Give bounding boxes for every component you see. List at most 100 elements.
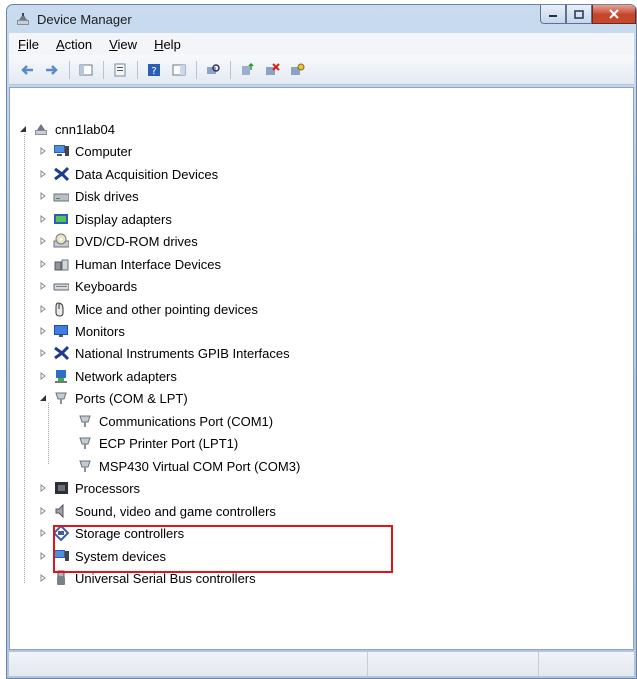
- minimize-icon: [549, 15, 557, 17]
- tree-node-label: Ports (COM & LPT): [75, 390, 188, 406]
- maximize-button[interactable]: [566, 5, 592, 24]
- menu-view[interactable]: View: [100, 37, 145, 52]
- expand-arrow-icon[interactable]: [38, 528, 48, 538]
- title-bar[interactable]: Device Manager: [7, 5, 636, 33]
- close-icon: [609, 9, 619, 19]
- hid-icon: [52, 256, 70, 272]
- tree-category-display-adapters[interactable]: Display adapters: [38, 208, 172, 230]
- menu-help[interactable]: Help: [145, 37, 189, 52]
- tree-device-msp430-virtual-com-port-com3[interactable]: MSP430 Virtual COM Port (COM3): [62, 455, 300, 477]
- window-title: Device Manager: [37, 12, 132, 27]
- back-button[interactable]: [17, 60, 37, 80]
- tree-category-ports-com-lpt[interactable]: Ports (COM & LPT): [38, 387, 188, 409]
- tree-category-monitors[interactable]: Monitors: [38, 320, 125, 342]
- status-segment-3: [539, 652, 619, 676]
- sound-icon: [52, 503, 70, 519]
- forward-button[interactable]: [42, 60, 62, 80]
- back-icon: [21, 64, 33, 75]
- tree-node-label: Monitors: [75, 323, 125, 339]
- toolbar-separator: [103, 60, 104, 79]
- tree-node-label: Communications Port (COM1): [99, 413, 274, 429]
- tree-category-keyboards[interactable]: Keyboards: [38, 275, 137, 297]
- status-segment-2: [368, 652, 539, 676]
- status-segment-1: [9, 652, 368, 676]
- update-driver-button[interactable]: [237, 60, 257, 80]
- action-pane-button[interactable]: [169, 60, 189, 80]
- menu-label: ile: [25, 36, 39, 52]
- menu-accelerator: V: [109, 36, 118, 52]
- tree-category-national-instruments-gpib-interfaces[interactable]: National Instruments GPIB Interfaces: [38, 342, 290, 364]
- tree-node-label: National Instruments GPIB Interfaces: [75, 345, 290, 361]
- menu-action[interactable]: Action: [47, 37, 100, 52]
- root-computer-icon: [32, 121, 50, 137]
- minimize-button[interactable]: [540, 5, 566, 24]
- tree-node-label: DVD/CD-ROM drives: [75, 233, 198, 249]
- collapse-arrow-icon[interactable]: [18, 124, 28, 134]
- show-hide-console-tree-button[interactable]: [76, 60, 96, 80]
- expand-arrow-icon[interactable]: [38, 551, 48, 561]
- computer-icon: [52, 143, 70, 159]
- daq-icon: [52, 166, 70, 182]
- tree-category-disk-drives[interactable]: Disk drives: [38, 185, 139, 207]
- tree-connector: [24, 134, 25, 583]
- expand-arrow-icon[interactable]: [38, 236, 48, 246]
- tree-category-computer[interactable]: Computer: [38, 140, 132, 162]
- port-icon: [76, 413, 94, 429]
- tree-node-label: cnn1lab04: [55, 121, 115, 137]
- tree-root-computer[interactable]: cnn1lab04: [18, 118, 115, 140]
- close-button[interactable]: [592, 5, 636, 24]
- tree-category-mice-and-other-pointing-devices[interactable]: Mice and other pointing devices: [38, 298, 258, 320]
- disable-button[interactable]: [287, 60, 307, 80]
- tree-category-processors[interactable]: Processors: [38, 477, 140, 499]
- port-icon: [52, 390, 70, 406]
- expand-arrow-icon[interactable]: [38, 214, 48, 224]
- tree-node-label: Data Acquisition Devices: [75, 166, 219, 182]
- expand-arrow-icon[interactable]: [38, 281, 48, 291]
- tree-node-label: Computer: [75, 143, 133, 159]
- disk-drive-icon: [52, 188, 70, 204]
- properties-button[interactable]: [110, 60, 130, 80]
- device-tree-pane[interactable]: cnn1lab04 Computer Data Acquisition Device…: [9, 87, 634, 650]
- tree-node-label: Mice and other pointing devices: [75, 301, 258, 317]
- tree-category-network-adapters[interactable]: Network adapters: [38, 365, 177, 387]
- expand-arrow-icon[interactable]: [38, 259, 48, 269]
- scan-hardware-icon: [207, 63, 220, 74]
- tree-category-dvd-cd-rom-drives[interactable]: DVD/CD-ROM drives: [38, 230, 198, 252]
- scan-hardware-button[interactable]: [203, 60, 223, 80]
- annotation-highlight-box: [53, 525, 393, 573]
- tree-device-ecp-printer-port-lpt1[interactable]: ECP Printer Port (LPT1): [62, 432, 238, 454]
- uninstall-button[interactable]: [262, 60, 282, 80]
- forward-icon: [46, 64, 58, 75]
- help-button[interactable]: ?: [144, 60, 164, 80]
- tree-category-human-interface-devices[interactable]: Human Interface Devices: [38, 253, 221, 275]
- expand-arrow-icon[interactable]: [38, 371, 48, 381]
- tree-category-sound-video-and-game-controllers[interactable]: Sound, video and game controllers: [38, 500, 276, 522]
- expand-arrow-icon[interactable]: [38, 348, 48, 358]
- monitor-icon: [52, 323, 70, 339]
- expand-arrow-icon[interactable]: [38, 304, 48, 314]
- update-driver-icon: [242, 62, 254, 75]
- menu-accelerator: F: [18, 36, 26, 52]
- expand-arrow-icon[interactable]: [38, 483, 48, 493]
- expand-arrow-icon[interactable]: [38, 146, 48, 156]
- expand-arrow-icon[interactable]: [38, 191, 48, 201]
- tree-category-data-acquisition-devices[interactable]: Data Acquisition Devices: [38, 163, 218, 185]
- tree-node-label: Processors: [75, 480, 141, 496]
- tree-node-label: ECP Printer Port (LPT1): [99, 435, 239, 451]
- tree-node-label: MSP430 Virtual COM Port (COM3): [99, 458, 301, 474]
- keyboard-icon: [52, 278, 70, 294]
- toolbar-separator: [196, 60, 197, 79]
- expand-arrow-icon[interactable]: [38, 326, 48, 336]
- device-manager-icon: [17, 13, 29, 25]
- maximize-icon: [574, 9, 584, 19]
- device-manager-window: Device Manager File Action View Help ? cnn1…: [6, 4, 637, 679]
- network-adapter-icon: [52, 368, 70, 384]
- expand-arrow-icon[interactable]: [38, 573, 48, 583]
- mouse-icon: [52, 301, 70, 317]
- collapse-arrow-icon[interactable]: [38, 393, 48, 403]
- tree-device-communications-port-com1[interactable]: Communications Port (COM1): [62, 410, 273, 432]
- menu-file[interactable]: File: [9, 37, 47, 52]
- expand-arrow-icon[interactable]: [38, 506, 48, 516]
- expand-arrow-icon[interactable]: [38, 169, 48, 179]
- tree-node-label: Disk drives: [75, 188, 139, 204]
